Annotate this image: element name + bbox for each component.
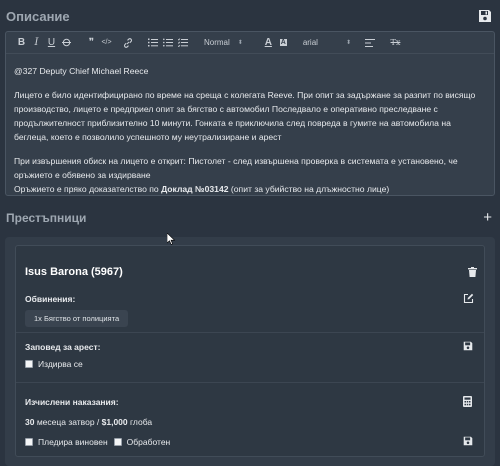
- delete-criminal-button[interactable]: [468, 267, 477, 277]
- edit-icon: [463, 293, 474, 304]
- criminals-panel: Isus Barona (5967) Обвинения: 1x Бягство…: [5, 237, 495, 466]
- charges-label: Обвинения:: [25, 294, 76, 304]
- description-title: Описание: [6, 8, 70, 24]
- editor-paragraph: Оръжието е пряко доказателство по Доклад…: [14, 184, 390, 194]
- edit-charges-button[interactable]: [463, 293, 474, 304]
- criminals-header: Престъпници +: [6, 208, 494, 228]
- criminal-card-header: Isus Barona (5967): [25, 266, 477, 278]
- clear-format-button[interactable]: Tx: [388, 36, 403, 50]
- pleaded-guilty-checkbox[interactable]: [25, 438, 33, 446]
- editor-toolbar: B I U ❞ </> Normal ⬍ A A arial ⬍ Tx: [6, 32, 494, 54]
- strike-icon: [62, 38, 71, 47]
- status-checkbox-row: Пледира виновен Обработен: [25, 437, 170, 447]
- chevron-updown-icon: ⬍: [345, 40, 351, 46]
- divider: [16, 332, 484, 333]
- warrant-label: Заповед за арест:: [25, 342, 101, 352]
- save-icon: [463, 341, 473, 351]
- link-button[interactable]: [120, 36, 135, 50]
- align-left-icon: [365, 38, 376, 47]
- link-icon: [123, 37, 132, 48]
- save-description-icon[interactable]: [478, 9, 492, 23]
- clear-format-icon: Tx: [390, 38, 401, 47]
- editor-content[interactable]: @327 Deputy Chief Michael Reece Лицето е…: [6, 54, 494, 196]
- processed-label: Обработен: [126, 437, 171, 447]
- penalty-summary: 30 месеца затвор / $1,000 глоба: [25, 417, 153, 427]
- editor-paragraph: @327 Deputy Chief Michael Reece: [14, 66, 149, 76]
- save-icon: [463, 436, 473, 446]
- blockquote-button[interactable]: ❞: [84, 36, 99, 50]
- divider: [16, 382, 484, 383]
- checklist-button[interactable]: [175, 36, 190, 50]
- save-criminal-button[interactable]: [463, 436, 474, 447]
- report-reference: Доклад №03142: [161, 184, 229, 194]
- editor-paragraph: Лицето е било идентифицирано по време на…: [14, 90, 476, 142]
- strike-button[interactable]: [59, 36, 74, 50]
- bullet-list-button[interactable]: [160, 36, 175, 50]
- mouse-cursor-icon: [167, 233, 175, 245]
- format-select-value: Normal: [204, 38, 230, 47]
- bullet-list-icon: [162, 38, 173, 47]
- text-color-button[interactable]: A: [261, 36, 276, 50]
- penalty-fine: $1,000: [101, 417, 128, 427]
- underline-button[interactable]: U: [44, 36, 59, 50]
- add-criminal-button[interactable]: +: [483, 210, 492, 225]
- bold-button[interactable]: B: [14, 36, 29, 50]
- chevron-updown-icon: ⬍: [237, 40, 243, 46]
- wanted-checkbox-row[interactable]: Издирва се: [25, 359, 83, 369]
- wanted-checkbox[interactable]: [25, 360, 33, 368]
- pleaded-guilty-label: Пледира виновен: [38, 437, 108, 447]
- font-select[interactable]: arial ⬍: [303, 38, 351, 47]
- description-editor[interactable]: B I U ❞ </> Normal ⬍ A A arial ⬍ Tx @327…: [5, 31, 495, 196]
- criminals-title: Престъпници: [6, 211, 87, 225]
- format-select[interactable]: Normal ⬍: [204, 38, 243, 47]
- background-color-icon: A: [279, 39, 287, 46]
- editor-paragraph: При извършения обиск на лицето е открит:…: [14, 156, 458, 180]
- font-select-value: arial: [302, 38, 318, 47]
- processed-checkbox[interactable]: [113, 438, 122, 446]
- penalties-label: Изчислени наказания:: [25, 397, 119, 407]
- save-warrant-button[interactable]: [463, 341, 474, 352]
- calculate-penalties-button[interactable]: [463, 396, 474, 407]
- trash-icon: [468, 267, 477, 277]
- ordered-list-icon: [147, 38, 158, 47]
- wanted-label: Издирва се: [38, 359, 83, 369]
- calculator-icon: [463, 396, 472, 407]
- italic-button[interactable]: I: [29, 36, 44, 50]
- background-color-button[interactable]: A: [276, 36, 291, 50]
- ordered-list-button[interactable]: [145, 36, 160, 50]
- checklist-icon: [177, 38, 188, 47]
- charge-badge: 1x Бягство от полицията: [25, 310, 129, 327]
- description-header: Описание: [6, 5, 494, 27]
- align-button[interactable]: [363, 36, 378, 50]
- criminal-card: Isus Barona (5967) Обвинения: 1x Бягство…: [15, 245, 485, 457]
- code-button[interactable]: </>: [99, 36, 114, 50]
- criminal-name: Isus Barona (5967): [25, 266, 123, 278]
